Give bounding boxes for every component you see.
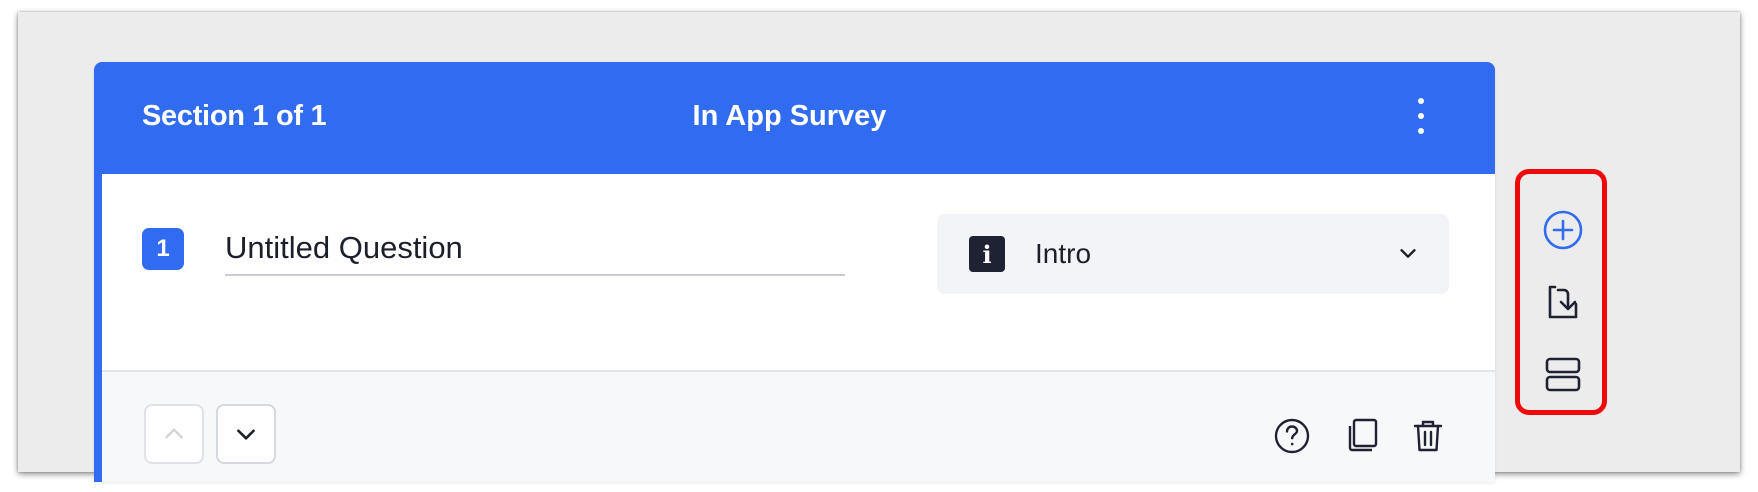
info-icon: i bbox=[969, 236, 1005, 272]
active-question-indicator bbox=[94, 174, 102, 482]
question-type-label: Intro bbox=[1035, 238, 1092, 269]
import-icon[interactable] bbox=[1541, 280, 1585, 324]
copy-icon[interactable] bbox=[1342, 416, 1382, 456]
question-card: Section 1 of 1 In App Survey 1 i Intro bbox=[94, 62, 1495, 482]
question-type-dropdown[interactable]: i Intro bbox=[937, 214, 1449, 294]
question-actions-toolbar bbox=[1515, 169, 1607, 415]
question-number-badge: 1 bbox=[142, 228, 184, 270]
builder-canvas: Section 1 of 1 In App Survey 1 i Intro bbox=[18, 12, 1740, 482]
move-down-button[interactable] bbox=[216, 404, 276, 464]
question-title-input[interactable] bbox=[225, 222, 845, 276]
chevron-up-icon bbox=[165, 428, 183, 439]
more-vertical-icon[interactable] bbox=[1415, 98, 1427, 134]
question-footer bbox=[102, 370, 1495, 482]
section-header: Section 1 of 1 In App Survey bbox=[94, 62, 1495, 174]
chevron-down-icon bbox=[1400, 249, 1416, 258]
plus-circle-icon[interactable] bbox=[1541, 208, 1585, 252]
chevron-down-icon bbox=[237, 429, 255, 440]
section-icon[interactable] bbox=[1541, 352, 1585, 396]
help-circle-icon[interactable] bbox=[1272, 416, 1312, 456]
survey-title: In App Survey bbox=[692, 100, 887, 132]
trash-icon[interactable] bbox=[1408, 416, 1448, 456]
move-up-button[interactable] bbox=[144, 404, 204, 464]
